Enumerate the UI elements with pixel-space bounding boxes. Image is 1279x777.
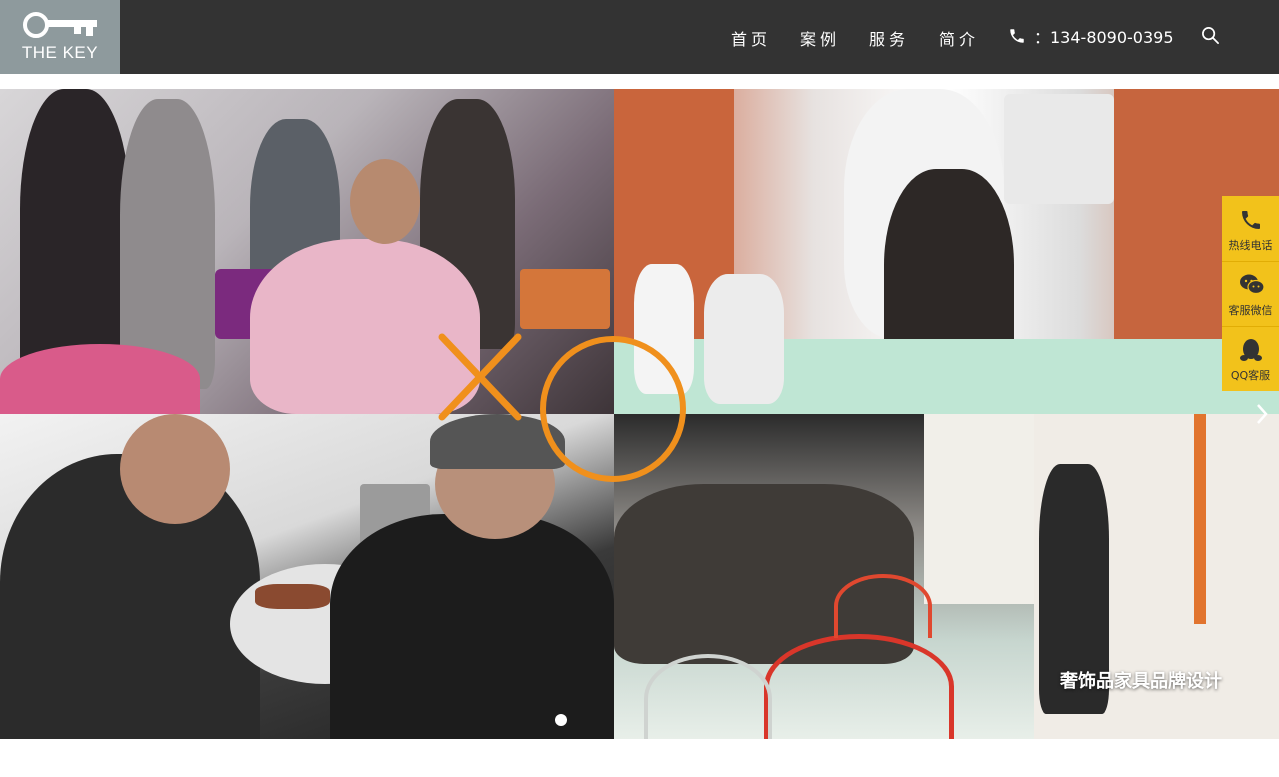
phone-number: ：134-8090-0395 [1034,28,1174,47]
wechat-label: 客服微信 [1228,304,1273,317]
wechat-button[interactable]: 客服微信 [1222,261,1279,326]
qq-label: QQ客服 [1230,369,1271,382]
wechat-icon [1240,274,1265,295]
contact-sidebar: 热线电话 客服微信 QQ客服 [1222,196,1279,391]
hero-banner[interactable]: 奢饰品家具品牌设计 [0,89,1279,739]
nav-item-about[interactable]: 简介 [939,26,979,50]
slide-indicator-dot[interactable] [555,714,567,726]
nav-item-cases[interactable]: 案例 [800,26,840,50]
main-nav: 首页 案例 服务 简介 ：134-8090-0395 [0,0,1279,74]
content-section [0,739,1279,777]
nav-item-services[interactable]: 服务 [869,26,909,50]
phone-icon [1010,29,1024,43]
site-header: THE KEY 首页 案例 服务 简介 ：134-8090-0395 [0,0,1279,74]
xo-graphic [438,333,686,482]
photo-designer-vases [614,89,1279,414]
hotline-label: 热线电话 [1228,239,1273,252]
phone-icon [1242,211,1260,229]
search-icon [1202,27,1219,44]
next-slide-button[interactable] [1255,403,1269,429]
search-button[interactable] [1201,26,1220,49]
slide-caption: 奢饰品家具品牌设计 [1060,671,1222,692]
hotline-button[interactable]: 热线电话 [1222,196,1279,261]
phone-link[interactable]: ：134-8090-0395 [1008,24,1174,48]
chevron-right-icon [1257,404,1268,424]
qq-icon [1240,339,1262,361]
qq-button[interactable]: QQ客服 [1222,326,1279,391]
nav-item-home[interactable]: 首页 [731,26,771,50]
